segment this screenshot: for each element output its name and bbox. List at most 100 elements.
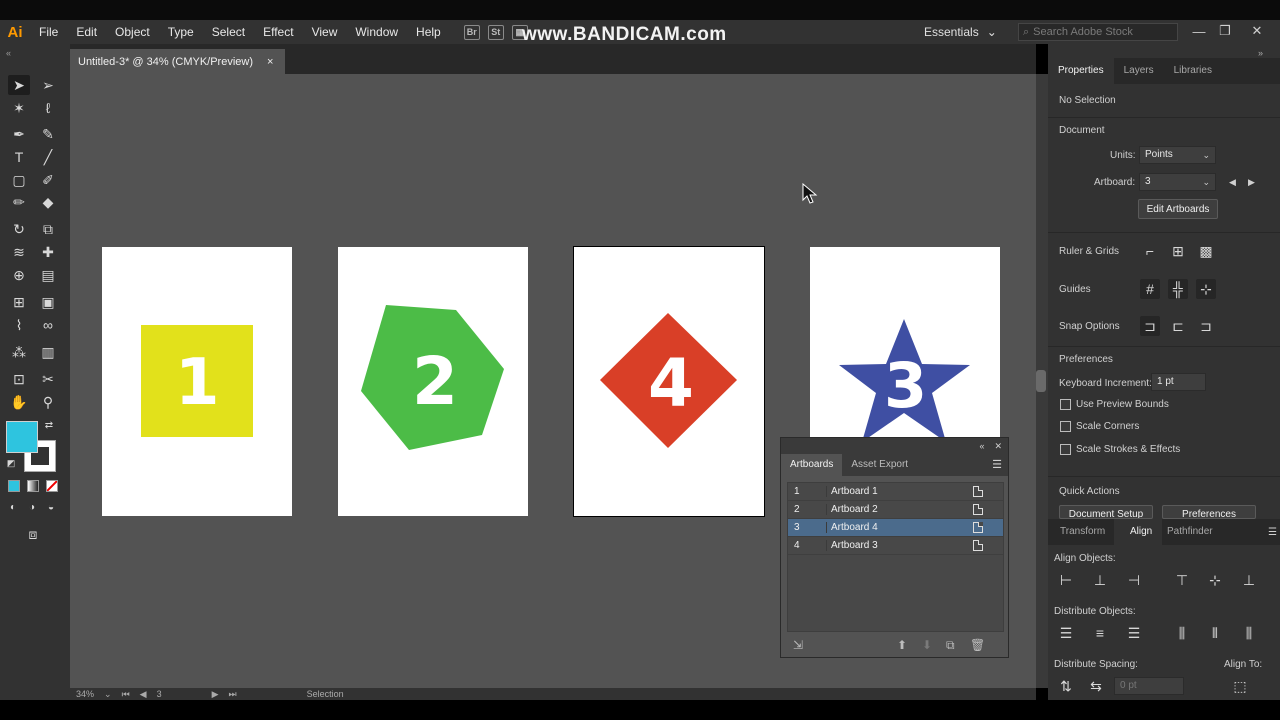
tab-transform[interactable]: Transform [1050, 519, 1115, 545]
document-tab[interactable]: Untitled-3* @ 34% (CMYK/Preview) × [70, 49, 285, 74]
artboard-options-icon[interactable] [973, 504, 983, 515]
artboard-tool-icon[interactable]: ⊡ [8, 369, 30, 389]
tab-artboards[interactable]: Artboards [781, 454, 843, 476]
horizontal-distribute-space-icon[interactable]: ⇆ [1086, 676, 1106, 696]
tab-asset-export[interactable]: Asset Export [842, 454, 917, 476]
type-tool-icon[interactable]: T [8, 147, 30, 167]
menu-effect[interactable]: Effect [254, 20, 302, 44]
edit-artboards-button[interactable]: Edit Artboards [1138, 199, 1218, 219]
line-tool-icon[interactable]: ╱ [37, 147, 59, 167]
artboard-row-3[interactable]: 3 Artboard 4 [788, 519, 1003, 537]
chevron-down-icon[interactable]: ⌄ [104, 689, 112, 700]
selection-tool-icon[interactable]: ➤ [8, 75, 30, 95]
use-preview-bounds-checkbox[interactable] [1060, 399, 1071, 410]
column-graph-tool-icon[interactable]: ▥ [37, 342, 59, 362]
distribute-bottom-icon[interactable]: ☰ [1124, 623, 1144, 643]
artboard-options-icon[interactable] [973, 522, 983, 533]
align-horizontal-center-icon[interactable]: ⊥ [1090, 570, 1110, 590]
distribute-horizontal-center-icon[interactable]: ⫴ [1205, 623, 1225, 643]
menu-help[interactable]: Help [407, 20, 450, 44]
scale-strokes-checkbox[interactable] [1060, 444, 1071, 455]
scrollbar-thumb[interactable] [1036, 370, 1046, 392]
distribute-left-icon[interactable]: ⫼ [1172, 623, 1192, 643]
perspective-grid-tool-icon[interactable]: ▤ [37, 265, 59, 285]
document-setup-button[interactable]: Document Setup [1059, 505, 1153, 519]
bridge-icon[interactable]: Br [463, 24, 480, 40]
workspace-switcher[interactable]: Essentials ⌄ [924, 20, 997, 44]
snap-to-grid-icon[interactable]: ⊏ [1168, 316, 1188, 336]
rotate-tool-icon[interactable]: ↻ [8, 219, 30, 239]
smart-guides-icon[interactable]: ⊹ [1196, 279, 1216, 299]
close-tab-icon[interactable]: × [267, 56, 273, 68]
last-artboard-icon[interactable]: ⏭ [229, 689, 237, 700]
scale-corners-checkbox[interactable] [1060, 421, 1071, 432]
distribute-right-icon[interactable]: ⫼ [1239, 623, 1259, 643]
align-left-icon[interactable]: ⊢ [1056, 570, 1076, 590]
artboard-row-1[interactable]: 1 Artboard 1 [788, 483, 1003, 501]
screen-mode-icon[interactable]: ⧈ [22, 524, 44, 544]
tab-layers[interactable]: Layers [1114, 58, 1164, 84]
symbol-sprayer-tool-icon[interactable]: ⁂ [8, 342, 30, 362]
menu-object[interactable]: Object [106, 20, 159, 44]
snap-to-pixel-icon[interactable]: ⊐ [1196, 316, 1216, 336]
align-bottom-icon[interactable]: ⊥ [1239, 570, 1259, 590]
artboard-row-name[interactable]: Artboard 4 [826, 522, 973, 533]
artboard-row-name[interactable]: Artboard 2 [826, 504, 973, 515]
eraser-tool-icon[interactable]: ◆ [37, 192, 59, 212]
snap-to-point-icon[interactable]: ⊐ [1140, 316, 1160, 336]
grid-icon[interactable]: ⊞ [1168, 241, 1188, 261]
stock-search-field[interactable]: ⌕ Search Adobe Stock [1018, 23, 1178, 41]
shape-builder-tool-icon[interactable]: ⊕ [8, 265, 30, 285]
tab-libraries[interactable]: Libraries [1164, 58, 1222, 84]
distribute-vertical-center-icon[interactable]: ≡ [1090, 623, 1110, 643]
artboard-1[interactable]: 1 [102, 247, 292, 516]
artboard-dropdown[interactable]: 3 ⌄ [1139, 173, 1216, 191]
artboard-options-icon[interactable] [973, 540, 983, 551]
rectangle-tool-icon[interactable]: ▢ [8, 170, 30, 190]
delete-artboard-icon[interactable]: 🗑 [970, 638, 985, 652]
paintbrush-tool-icon[interactable]: ✐ [37, 170, 59, 190]
previous-artboard-icon[interactable]: ◀ [1229, 177, 1236, 188]
zoom-level[interactable]: 34% [76, 689, 94, 699]
artboard-row-2[interactable]: 2 Artboard 2 [788, 501, 1003, 519]
tab-properties[interactable]: Properties [1048, 58, 1114, 84]
blend-tool-icon[interactable]: ∞ [37, 315, 59, 335]
menu-type[interactable]: Type [159, 20, 203, 44]
close-panel-icon[interactable]: ✕ [994, 441, 1002, 452]
align-to-selection-icon[interactable]: ⬚ [1230, 676, 1250, 696]
menu-view[interactable]: View [303, 20, 347, 44]
hand-tool-icon[interactable]: ✋ [8, 392, 30, 412]
stock-icon[interactable]: St [487, 24, 504, 40]
artboard-number[interactable]: 3 [157, 689, 162, 699]
keyboard-increment-input[interactable]: 1 pt [1151, 373, 1206, 391]
default-colors-icon[interactable]: ◩ [4, 456, 18, 470]
artboard-row-4[interactable]: 4 Artboard 3 [788, 537, 1003, 555]
tab-align[interactable]: Align [1114, 519, 1163, 545]
pen-tool-icon[interactable]: ✒ [8, 124, 30, 144]
collapse-panel-icon[interactable]: « [979, 441, 984, 451]
artboard-row-name[interactable]: Artboard 1 [826, 486, 973, 497]
draw-inside-icon[interactable]: ◒ [44, 500, 58, 514]
show-guides-icon[interactable]: # [1140, 279, 1160, 299]
previous-artboard-icon[interactable]: ◀ [140, 689, 147, 700]
gradient-mode-icon[interactable] [27, 480, 39, 492]
lasso-tool-icon[interactable]: ℓ [37, 98, 59, 118]
vertical-distribute-space-icon[interactable]: ⇅ [1056, 676, 1076, 696]
first-artboard-icon[interactable]: ⏮ [122, 689, 130, 700]
artboard-2[interactable]: 2 [338, 247, 528, 516]
puppet-warp-tool-icon[interactable]: ✚ [37, 242, 59, 262]
transparency-grid-icon[interactable]: ▩ [1196, 241, 1216, 261]
width-tool-icon[interactable]: ≋ [8, 242, 30, 262]
fill-color-swatch[interactable] [6, 421, 38, 453]
panel-collapse-icon[interactable]: » [1258, 48, 1263, 58]
spacing-value-input[interactable]: 0 pt [1114, 677, 1184, 695]
zoom-tool-icon[interactable]: ⚲ [37, 392, 59, 412]
direct-selection-tool-icon[interactable]: ➢ [37, 75, 59, 95]
units-dropdown[interactable]: Points ⌄ [1139, 146, 1216, 164]
eyedropper-tool-icon[interactable]: ⌇ [8, 315, 30, 335]
vertical-scrollbar[interactable] [1036, 74, 1048, 688]
mesh-tool-icon[interactable]: ⊞ [8, 292, 30, 312]
collapse-arrows-icon[interactable]: « [6, 48, 16, 58]
new-artboard-icon[interactable]: ⧉ [946, 638, 955, 653]
tab-pathfinder[interactable]: Pathfinder [1157, 519, 1223, 545]
